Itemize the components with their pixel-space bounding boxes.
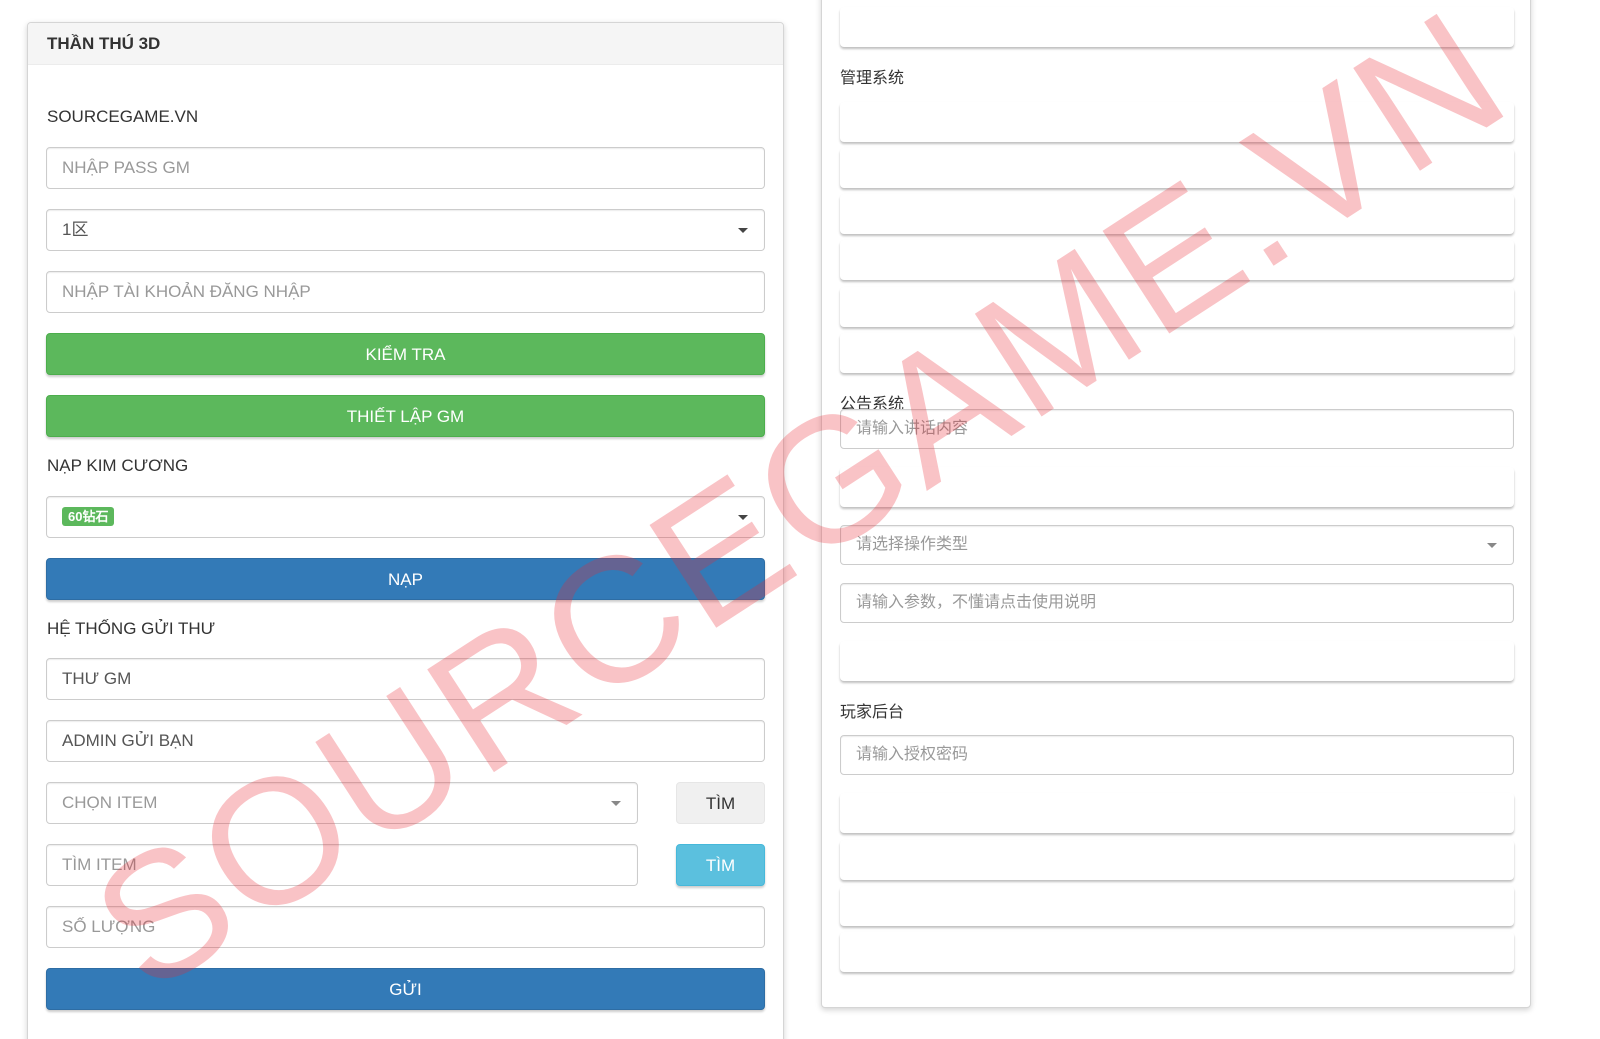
server-select-value: 1区: [62, 220, 89, 239]
ban-button[interactable]: 封号: [840, 102, 1514, 142]
gm-tool-panel: THẦN THÚ 3D SOURCEGAME.VN NHẬP PASS GM 1…: [27, 22, 784, 1039]
gm-pass-input[interactable]: NHẬP PASS GM: [46, 147, 765, 189]
gm-pass-placeholder: NHẬP PASS GM: [62, 158, 190, 177]
page: THẦN THÚ 3D SOURCEGAME.VN NHẬP PASS GM 1…: [0, 0, 1600, 1039]
account-input[interactable]: NHẬP TÀI KHOẢN ĐĂNG NHẬP: [46, 271, 765, 313]
chevron-down-icon: [738, 228, 748, 233]
operation-select-placeholder: 请选择操作类型: [856, 536, 969, 553]
server-admin-panel: 全服(慎用) 管理系统 封号 解封 禁言 解禁 清理背包 清理邮件 公告系统 请…: [821, 0, 1531, 1008]
param-placeholder: 请输入参数，不懂请点击使用说明: [856, 594, 1097, 611]
clear-bag-button[interactable]: 清理背包: [840, 287, 1514, 327]
unmute-button[interactable]: 解禁: [840, 240, 1514, 280]
account-placeholder: NHẬP TÀI KHOẢN ĐĂNG NHẬP: [62, 282, 311, 301]
vip2-button[interactable]: 2级vip: [840, 840, 1514, 880]
mail-title-value: THƯ GM: [62, 669, 132, 688]
auth-password-input[interactable]: 请输入授权密码: [840, 735, 1514, 775]
chevron-down-icon: [611, 801, 621, 806]
site-label: SOURCEGAME.VN: [47, 107, 199, 126]
recharge-button[interactable]: NẠP: [46, 558, 765, 600]
player-backend-label: 玩家后台: [840, 704, 905, 721]
operation-select[interactable]: 请选择操作类型: [840, 525, 1514, 565]
auth-password-placeholder: 请输入授权密码: [856, 746, 969, 763]
param-input[interactable]: 请输入参数，不懂请点击使用说明: [840, 583, 1514, 623]
clear-mail-button[interactable]: 清理邮件: [840, 333, 1514, 373]
quantity-placeholder: SỐ LƯỢNG: [62, 917, 156, 936]
check-button[interactable]: KIỂM TRA: [46, 333, 765, 375]
start-talk-button[interactable]: 开始讲话: [840, 467, 1514, 507]
diamond-select[interactable]: 60钻石: [46, 496, 765, 538]
unban-button[interactable]: 解封: [840, 148, 1514, 188]
chevron-down-icon: [1487, 543, 1497, 548]
find-item-button[interactable]: TÌM: [676, 844, 765, 886]
cancel-permission-button[interactable]: 取消权限: [840, 886, 1514, 926]
quantity-input[interactable]: SỐ LƯỢNG: [46, 906, 765, 948]
mute-button[interactable]: 禁言: [840, 194, 1514, 234]
set-gm-button[interactable]: THIẾT LẬP GM: [46, 395, 765, 437]
item-select[interactable]: CHỌN ITEM: [46, 782, 638, 824]
panel-title: THẦN THÚ 3D: [28, 23, 783, 65]
all-server-button[interactable]: 全服(慎用): [840, 7, 1514, 47]
find-item-select-button[interactable]: TÌM: [676, 782, 765, 824]
execute-button[interactable]: 执行操作: [840, 641, 1514, 681]
chevron-down-icon: [738, 515, 748, 520]
server-select[interactable]: 1区: [46, 209, 765, 251]
mail-content-input[interactable]: ADMIN GỬI BẠN: [46, 720, 765, 762]
mail-label: HỆ THỐNG GỬI THƯ: [47, 619, 216, 638]
diamond-label: NẠP KIM CƯƠNG: [47, 456, 189, 475]
change-password-button[interactable]: 修改密码: [840, 932, 1514, 972]
management-label: 管理系统: [840, 70, 905, 87]
announcement-placeholder: 请输入讲话内容: [856, 420, 969, 437]
item-select-placeholder: CHỌN ITEM: [62, 793, 158, 812]
mail-content-value: ADMIN GỬI BẠN: [62, 731, 194, 750]
vip1-button[interactable]: 1级vip: [840, 793, 1514, 833]
mail-title-input[interactable]: THƯ GM: [46, 658, 765, 700]
item-search-placeholder: TÌM ITEM: [62, 855, 137, 874]
announcement-input[interactable]: 请输入讲话内容: [840, 409, 1514, 449]
diamond-select-value: 60钻石: [62, 506, 115, 526]
item-search-input[interactable]: TÌM ITEM: [46, 844, 638, 886]
send-button[interactable]: GỬI: [46, 968, 765, 1010]
